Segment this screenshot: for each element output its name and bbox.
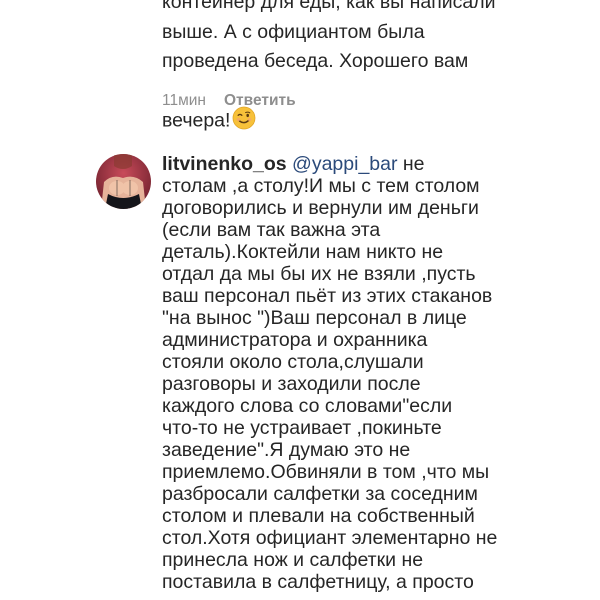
mention-link[interactable]: @yappi_bar bbox=[292, 153, 397, 175]
comment-text: столам ,а столу!И мы с тем столом догово… bbox=[162, 175, 498, 593]
avatar[interactable] bbox=[96, 154, 151, 209]
avatar-image-icon bbox=[96, 154, 151, 209]
previous-comment-text: контейнер для еды, как вы написали выше.… bbox=[162, 0, 562, 136]
comment: litvinenko_os @yappi_bar не столам ,а ст… bbox=[162, 153, 582, 593]
comment-timestamp: 11мин bbox=[162, 92, 206, 109]
reply-button[interactable]: Ответить bbox=[224, 92, 296, 110]
previous-comment-body: контейнер для еды, как вы написали выше.… bbox=[162, 0, 496, 131]
comment-username[interactable]: litvinenko_os bbox=[162, 153, 287, 175]
comment-text-first: не bbox=[397, 153, 425, 175]
comment-meta: 11мин Ответить bbox=[162, 92, 296, 110]
